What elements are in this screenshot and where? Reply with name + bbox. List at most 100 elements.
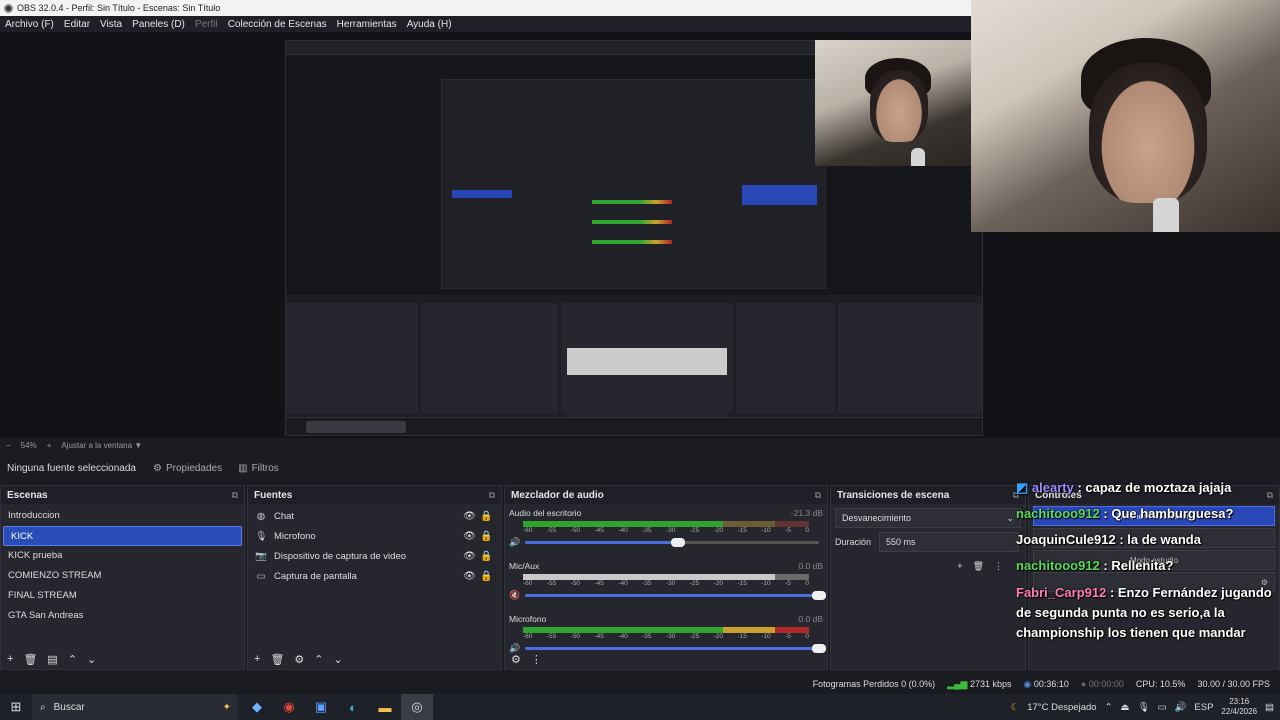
usb-icon[interactable]: ⏏ [1121,702,1130,713]
scene-filters-icon[interactable]: ▤ [47,653,57,666]
move-up-icon[interactable]: ⌃ [314,653,323,666]
fps-readout: 30.00 / 30.00 FPS [1197,679,1270,689]
obs-taskbar-icon[interactable]: ◎ [401,694,433,720]
channel-name: Audio del escritorio [509,508,582,518]
menu-help[interactable]: Ayuda (H) [402,19,457,30]
source-item-video-capture[interactable]: 📷 Dispositivo de captura de video 👁 🔒 [248,546,501,566]
file-explorer-icon[interactable]: ▬ [369,694,401,720]
tick-label: -45 [594,633,604,640]
menu-scene-collection[interactable]: Colección de Escenas [223,19,332,30]
tick-label: -40 [618,527,628,534]
eye-icon[interactable]: 👁 [461,551,478,562]
chat-message: ◩ alearty : capaz de moztaza jajaja [1016,475,1280,501]
taskbar-search[interactable]: ⌕ Buscar ✦ [32,694,237,720]
edge-icon[interactable]: ◐ [337,694,369,720]
zoom-in-icon[interactable]: + [47,441,52,450]
scene-item-kick-prueba[interactable]: KICK prueba [1,546,244,566]
source-properties-icon[interactable]: ⚙ [294,653,304,666]
status-bar: Fotogramas Perdidos 0 (0.0%) ▂▄▆ 2731 kb… [0,674,1280,694]
tray-overflow-icon[interactable]: ⌃ [1105,702,1113,713]
duration-label: Duración [835,537,872,547]
scenes-toolbar: + 🗑 ▤ ⌃ ⌄ [1,649,244,669]
nested-docks [286,303,982,435]
meter-ticks: -60 -55 -50 -45 -40 -35 -30 -25 -20 -15 -10 -5 0 [523,580,809,589]
volume-slider[interactable] [525,537,819,547]
remove-source-icon[interactable]: 🗑 [270,653,284,666]
mic-tray-icon[interactable]: 🎙 [1138,702,1150,713]
chrome-icon[interactable]: ◉ [273,694,305,720]
eye-icon[interactable]: 👁 [461,531,478,542]
chat-username: Fabri_Carp912 [1016,585,1107,600]
menu-tools[interactable]: Herramientas [332,19,402,30]
source-name: Captura de pantalla [274,570,357,582]
move-up-icon[interactable]: ⌃ [68,653,77,666]
filters-button[interactable]: ▥ Filtros [230,463,287,474]
more-options-icon[interactable]: ⋮ [994,561,1003,572]
source-item-screen-capture[interactable]: ▭ Captura de pantalla 👁 🔒 [248,566,501,586]
transition-select[interactable]: Desvanecimiento ⌄ [835,508,1021,528]
store-icon[interactable]: ▣ [305,694,337,720]
scene-item-introduccion[interactable]: Introduccion [1,506,244,526]
volume-slider[interactable] [525,590,826,600]
tick-label: -25 [689,580,700,587]
remove-scene-icon[interactable]: 🗑 [23,653,37,666]
lock-icon[interactable]: 🔒 [478,531,495,542]
eye-icon[interactable]: 👁 [461,571,478,582]
undock-icon[interactable]: ⧉ [815,490,821,501]
zoom-level: 54% [20,440,37,450]
system-tray: ☾ 17°C Despejado ⌃ ⏏ 🎙 ▭ 🔊 ESP 23:16 22/… [1011,697,1280,717]
mixer-settings-icon[interactable]: ⚙ [511,653,521,666]
channel-db: -21.3 dB [790,508,823,518]
tick-label: -45 [594,527,604,534]
fit-window-dropdown[interactable]: Ajustar a la ventana ▼ [61,441,142,450]
channel-db: 0.0 dB [798,614,823,624]
move-down-icon[interactable]: ⌄ [334,653,343,666]
menu-view[interactable]: Vista [95,19,127,30]
scene-item-comienzo-stream[interactable]: COMIENZO STREAM [1,566,244,586]
zoom-out-icon[interactable]: − [6,441,11,450]
windows-start-icon[interactable]: ⊞ [0,694,32,720]
tick-label: -45 [594,580,604,587]
copilot-icon[interactable]: ◆ [241,694,273,720]
scene-item-gta-san-andreas[interactable]: GTA San Andreas [1,606,244,626]
volume-icon[interactable]: 🔊 [1175,702,1187,713]
tick-label: -60 [523,633,533,640]
source-item-chat[interactable]: ◍ Chat 👁 🔒 [248,506,501,526]
tick-label: -35 [642,580,652,587]
add-source-icon[interactable]: + [254,653,260,665]
eye-icon[interactable]: 👁 [461,511,478,522]
menu-edit[interactable]: Editar [59,19,95,30]
lock-icon[interactable]: 🔒 [478,571,495,582]
menu-profile[interactable]: Perfil [190,19,223,30]
channel-header: Mic/Aux 0.0 dB [509,561,823,571]
remove-transition-icon[interactable]: 🗑 [973,561,984,572]
speaker-muted-icon[interactable]: 🔇 [509,590,521,601]
properties-button[interactable]: ⚙ Propiedades [145,463,230,474]
undock-icon[interactable]: ⧉ [232,490,238,501]
speaker-icon[interactable]: 🔊 [509,537,521,548]
add-transition-icon[interactable]: + [957,561,962,571]
menu-file[interactable]: Archivo (F) [0,19,59,30]
scene-item-kick[interactable]: KICK [3,526,242,546]
network-icon[interactable]: ▭ [1158,702,1167,713]
tick-label: -10 [761,633,771,640]
volume-slider-knob[interactable] [812,590,826,600]
undock-icon[interactable]: ⧉ [489,490,495,501]
clock[interactable]: 23:16 22/4/2026 [1221,697,1257,717]
filter-icon: ▥ [238,462,248,474]
volume-slider-fill [525,540,678,544]
add-scene-icon[interactable]: + [7,653,13,665]
audio-mixer-dock: Mezclador de audio ⧉ Audio del escritori… [504,485,828,670]
menu-docks[interactable]: Paneles (D) [127,19,190,30]
source-item-microfono[interactable]: 🎙 Microfono 👁 🔒 [248,526,501,546]
volume-slider-knob[interactable] [670,537,685,547]
language-indicator[interactable]: ESP [1194,702,1213,713]
lock-icon[interactable]: 🔒 [478,511,495,522]
move-down-icon[interactable]: ⌄ [87,653,96,666]
more-options-icon[interactable]: ⋮ [531,653,542,666]
notification-icon[interactable]: ▤ [1265,702,1274,713]
scenes-dock: Escenas ⧉ Introduccion KICK KICK prueba … [0,485,245,670]
duration-input[interactable]: 550 ms [879,532,1020,552]
scene-item-final-stream[interactable]: FINAL STREAM [1,586,244,606]
lock-icon[interactable]: 🔒 [478,551,495,562]
